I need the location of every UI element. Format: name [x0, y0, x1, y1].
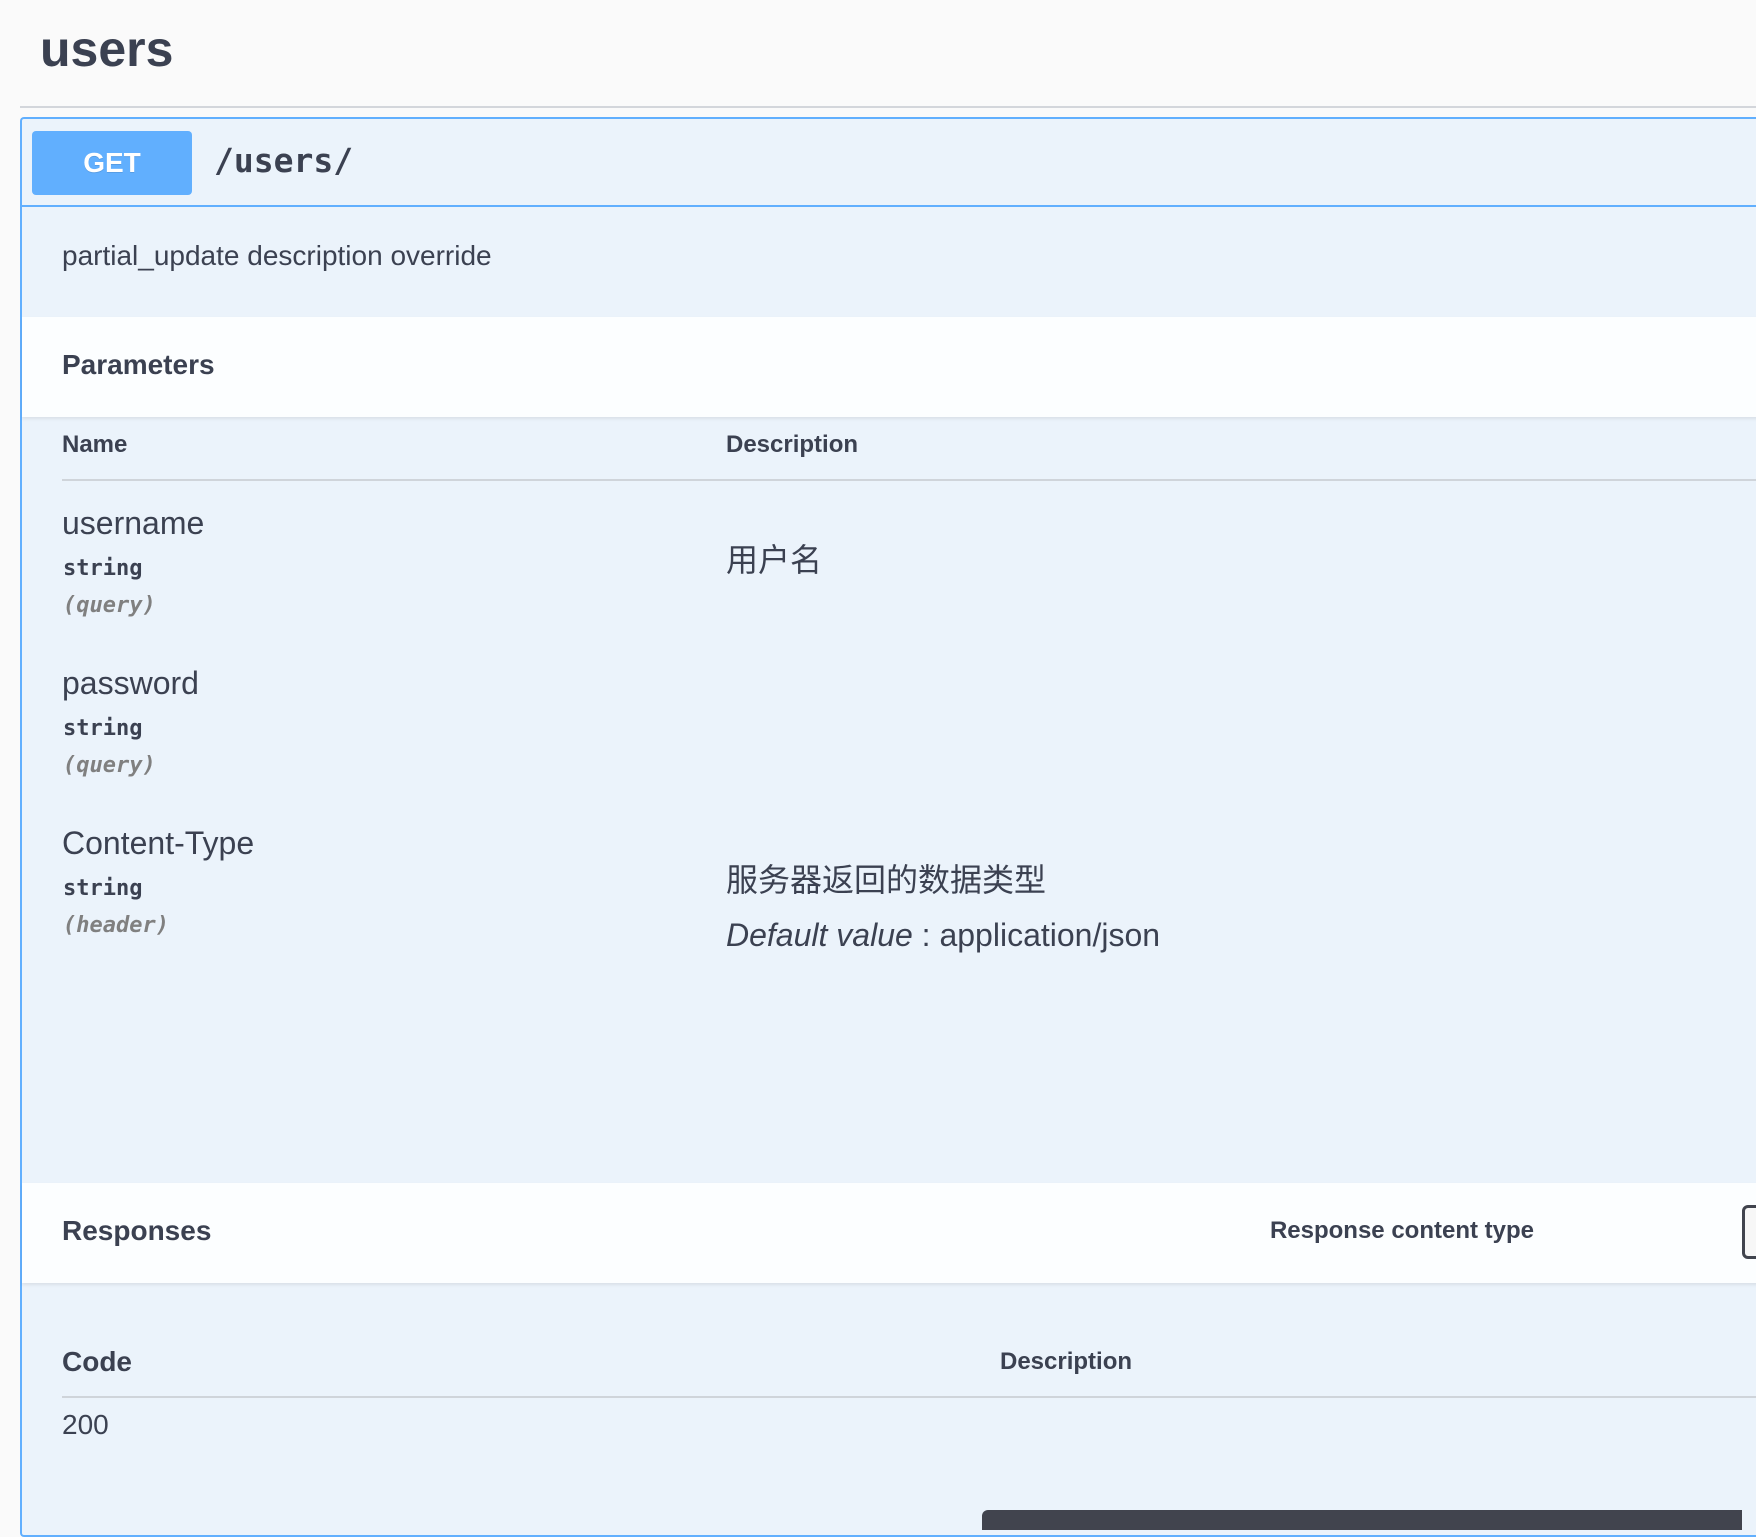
- param-description: 服务器返回的数据类型: [726, 862, 1047, 898]
- operation-block-get-users: GET /users/ partial_update description o…: [20, 117, 1756, 1537]
- param-name: username: [62, 505, 205, 541]
- operation-summary[interactable]: GET /users/: [22, 119, 1756, 207]
- tag-title[interactable]: users: [40, 20, 173, 78]
- tag-divider: [20, 106, 1756, 108]
- response-content-type-label: Response content type: [1269, 1217, 1534, 1244]
- param-location: (query): [63, 593, 156, 618]
- responses-section-header: Responses Response content type: [22, 1183, 1756, 1283]
- param-type: string: [63, 556, 143, 581]
- default-value-text: application/json: [939, 917, 1161, 953]
- param-col-name: Name: [62, 431, 128, 458]
- parameters-section-header: Parameters: [22, 317, 1756, 417]
- response-example-block: [982, 1510, 1742, 1530]
- param-name: Content-Type: [62, 825, 255, 861]
- response-content-type-select[interactable]: [1742, 1205, 1756, 1259]
- param-name: password: [62, 665, 199, 701]
- response-col-description: Description: [1000, 1348, 1133, 1375]
- param-location: (header): [63, 913, 169, 938]
- operation-path: /users/: [214, 141, 354, 180]
- operation-description: partial_update description override: [62, 240, 492, 271]
- parameters-title: Parameters: [62, 349, 215, 380]
- method-badge: GET: [32, 131, 192, 195]
- responses-title: Responses: [62, 1215, 212, 1246]
- param-location: (query): [63, 753, 156, 778]
- response-header-divider: [62, 1396, 1756, 1398]
- response-code: 200: [62, 1409, 109, 1440]
- param-header-divider: [62, 479, 1756, 481]
- response-col-code: Code: [62, 1346, 132, 1377]
- param-type: string: [63, 716, 143, 741]
- param-type: string: [63, 876, 143, 901]
- param-col-description: Description: [726, 431, 859, 458]
- param-default-value: Default value : application/json: [726, 917, 1160, 954]
- default-value-label: Default value: [726, 917, 913, 953]
- param-description: 用户名: [726, 542, 823, 578]
- default-value-separator: :: [912, 917, 940, 953]
